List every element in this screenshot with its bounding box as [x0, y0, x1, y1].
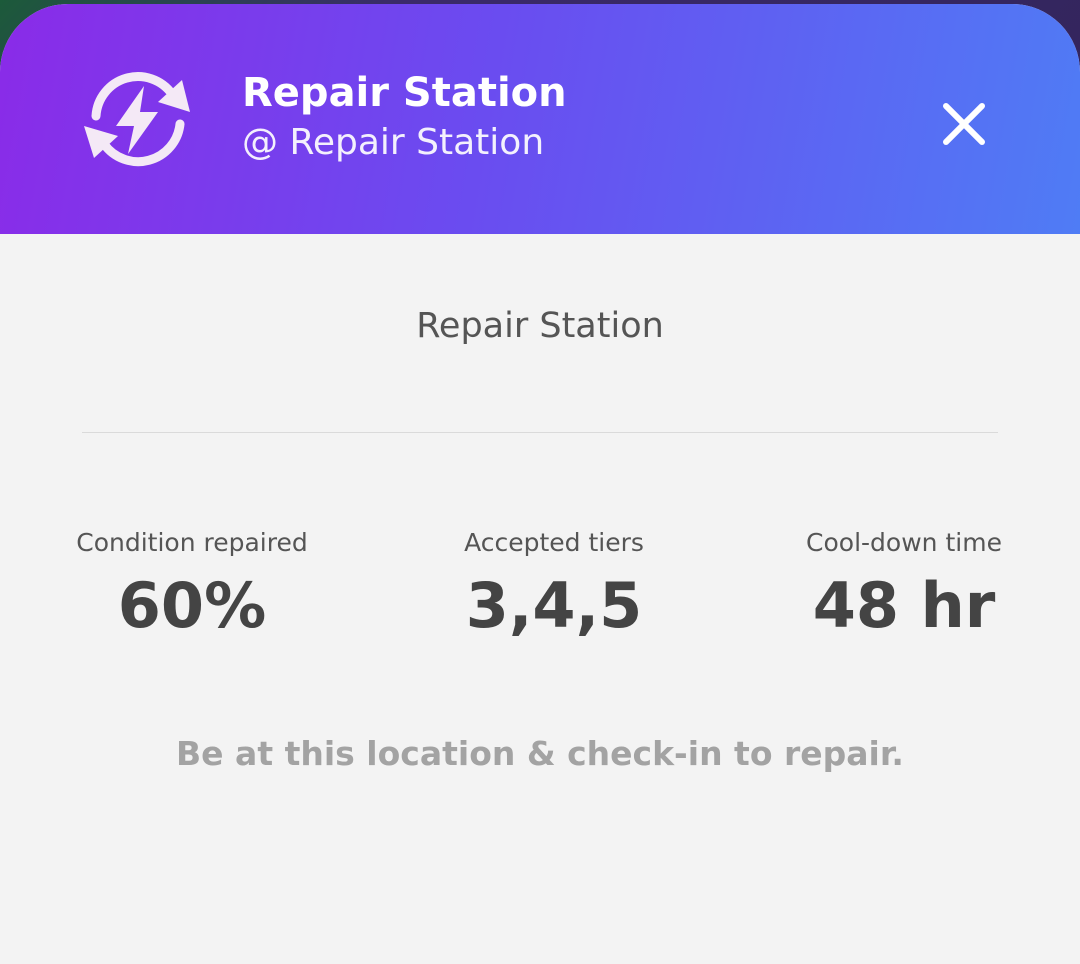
stat-value: 48 hr [812, 569, 996, 642]
repair-station-modal: Repair Station @ Repair Station Repair S… [0, 4, 1080, 964]
stat-label: Accepted tiers [464, 528, 644, 557]
stat-accepted-tiers: Accepted tiers 3,4,5 [424, 528, 684, 642]
stat-label: Condition repaired [76, 528, 308, 557]
stat-cooldown-time: Cool-down time 48 hr [774, 528, 1034, 642]
check-in-instruction: Be at this location & check-in to repair… [176, 734, 904, 773]
divider [82, 432, 998, 433]
stat-value: 60% [117, 569, 267, 642]
header-title: Repair Station [242, 70, 567, 116]
close-icon[interactable] [932, 92, 996, 156]
station-title: Repair Station [416, 306, 664, 346]
header-subtitle: @ Repair Station [242, 122, 545, 163]
stat-value: 3,4,5 [465, 569, 643, 642]
stat-condition-repaired: Condition repaired 60% [62, 528, 322, 642]
modal-header: Repair Station @ Repair Station [0, 4, 1080, 234]
stat-label: Cool-down time [806, 528, 1002, 557]
repair-refresh-bolt-icon [84, 72, 190, 167]
